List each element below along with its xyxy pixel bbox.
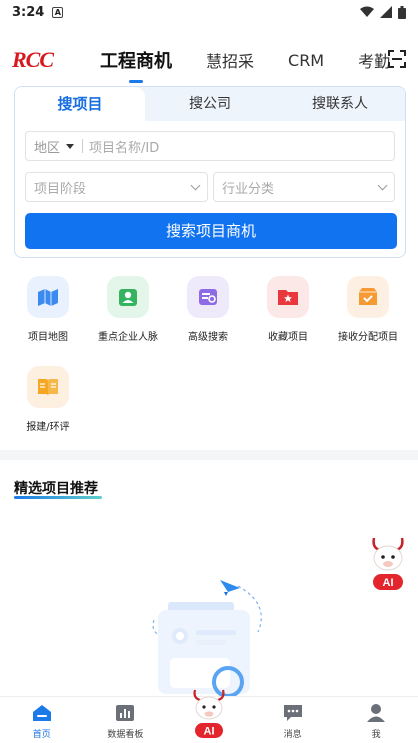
- feature-key-contacts[interactable]: 重点企业人脉: [88, 276, 168, 343]
- inbox-check-icon: [347, 276, 389, 318]
- feature-advanced-search[interactable]: 高级搜索: [168, 276, 248, 343]
- tab-attendance[interactable]: 考勤: [358, 48, 390, 72]
- top-nav: RCC 工程商机 慧招采 CRM 考勤: [0, 38, 418, 82]
- dashboard-icon: [116, 705, 135, 721]
- search-tab-companies[interactable]: 搜公司: [145, 87, 275, 121]
- search-opportunities-button[interactable]: 搜索项目商机: [25, 213, 397, 249]
- bottom-nav-label: 消息: [283, 730, 302, 740]
- bottom-nav-label: 我: [371, 730, 381, 740]
- chevron-down-icon: [377, 180, 388, 191]
- ai-center-button[interactable]: AI: [189, 688, 229, 740]
- feature-label: 高级搜索: [188, 332, 228, 343]
- tab-crm[interactable]: CRM: [288, 51, 324, 70]
- chevron-down-icon: [190, 180, 201, 191]
- advanced-search-icon: [187, 276, 229, 318]
- search-card: 搜项目 搜公司 搜联系人 地区 项目名称/ID 项目阶段 行业分类 搜索项目商机: [14, 86, 406, 258]
- rcc-logo: RCC: [12, 47, 54, 72]
- empty-state-illustration: [152, 580, 262, 698]
- section-separator: [0, 450, 418, 460]
- wifi-icon: [360, 6, 374, 17]
- tab-procurement[interactable]: 慧招采: [206, 48, 254, 72]
- status-bar: 3:24 A: [0, 0, 418, 24]
- project-name-input[interactable]: 项目名称/ID: [89, 137, 159, 156]
- recommend-title-underline: [14, 496, 102, 499]
- bottom-nav-dashboard[interactable]: 数据看板: [84, 697, 168, 743]
- contacts-icon: [107, 276, 149, 318]
- region-selector[interactable]: 地区: [34, 137, 60, 156]
- feature-favorite-projects[interactable]: 收藏项目: [248, 276, 328, 343]
- industry-select[interactable]: 行业分类: [213, 172, 395, 202]
- battery-icon: [398, 5, 406, 19]
- feature-label: 收藏项目: [268, 332, 308, 343]
- feature-construction-report[interactable]: 报建/环评: [8, 366, 88, 433]
- bottom-nav-label: 数据看板: [107, 730, 144, 740]
- industry-label: 行业分类: [222, 181, 275, 197]
- feature-label: 接收分配项目: [338, 332, 398, 343]
- ai-badge-text: AI: [383, 577, 394, 589]
- search-tab-projects[interactable]: 搜项目: [15, 87, 145, 121]
- feature-label: 重点企业人脉: [98, 332, 158, 343]
- favorite-folder-icon: [267, 276, 309, 318]
- home-icon: [32, 705, 51, 721]
- feature-label: 报建/环评: [26, 422, 70, 433]
- ai-assistant-icon[interactable]: AI: [366, 534, 410, 592]
- caret-down-icon: [66, 143, 75, 149]
- bottom-nav-messages[interactable]: 消息: [251, 697, 335, 743]
- project-stage-label: 项目阶段: [34, 181, 87, 197]
- sim-icon: A: [52, 6, 64, 18]
- feature-project-map[interactable]: 项目地图: [8, 276, 88, 343]
- status-icons: [360, 5, 406, 19]
- tab-engineering-opportunities[interactable]: 工程商机: [100, 47, 172, 73]
- recommend-title: 精选项目推荐: [14, 481, 98, 497]
- bottom-nav-me[interactable]: 我: [334, 697, 418, 743]
- region-name-search-field[interactable]: 地区 项目名称/ID: [25, 131, 395, 161]
- book-icon: [27, 366, 69, 408]
- feature-assigned-projects[interactable]: 接收分配项目: [328, 276, 408, 343]
- message-icon: [283, 705, 302, 721]
- search-tab-contacts[interactable]: 搜联系人: [275, 87, 405, 121]
- bottom-nav-home[interactable]: 首页: [0, 697, 84, 743]
- status-time: 3:24: [12, 4, 45, 20]
- bottom-nav-label: 首页: [32, 730, 51, 740]
- project-stage-select[interactable]: 项目阶段: [25, 172, 208, 202]
- user-icon: [367, 704, 386, 722]
- field-divider: [82, 139, 84, 153]
- search-tabs: 搜项目 搜公司 搜联系人: [15, 87, 405, 121]
- ai-center-badge-text: AI: [204, 726, 215, 738]
- signal-icon: [380, 6, 392, 18]
- scan-icon[interactable]: [388, 50, 406, 68]
- map-icon: [27, 276, 69, 318]
- feature-label: 项目地图: [28, 332, 68, 343]
